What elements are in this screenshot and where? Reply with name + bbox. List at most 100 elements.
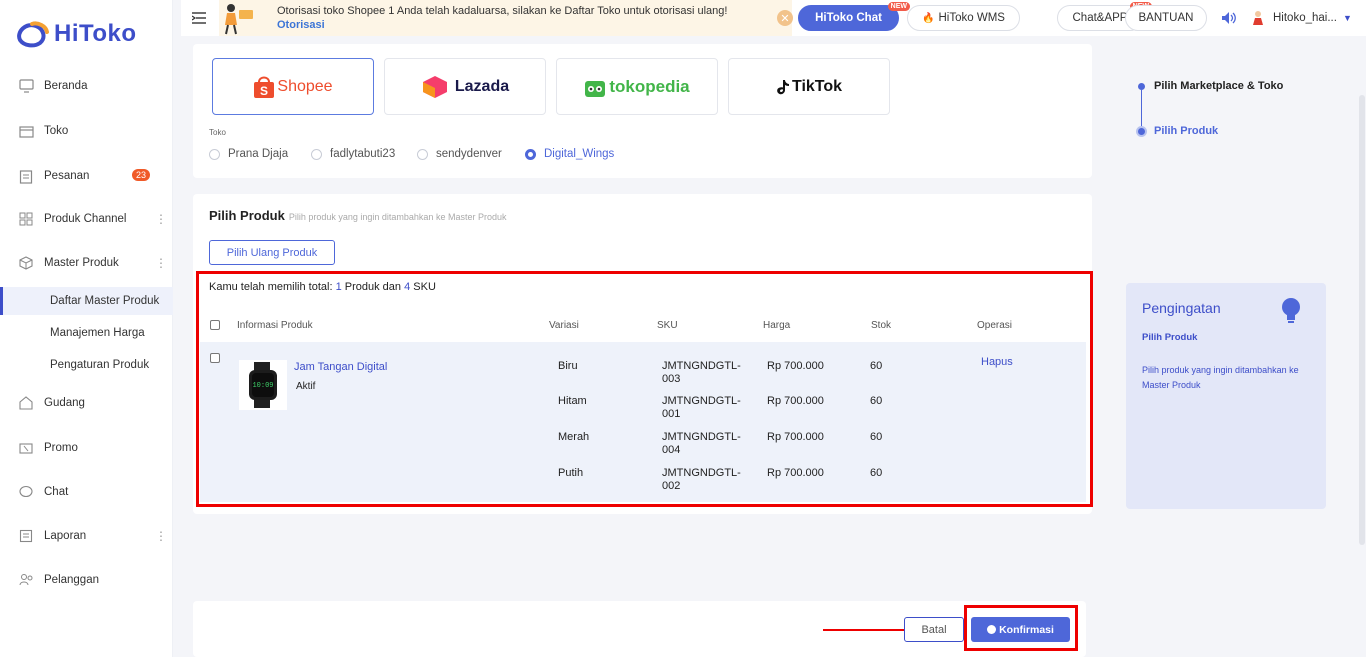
svg-text:S: S [260,84,268,98]
new-badge: NEW [887,2,910,11]
sidebar-item-label: Toko [44,125,69,137]
highlight-box-confirm [964,605,1078,651]
notice-authorize-link[interactable]: Otorisasi [277,18,727,32]
button-label: HiToko Chat [815,12,882,24]
sidebar-sub-item-pengaturan-produk[interactable]: Pengaturan Produk [0,351,173,379]
toko-radio-prana-djaja[interactable]: Prana Djaja [209,148,288,160]
button-label: HiToko WMS [938,12,1005,24]
report-icon [18,528,34,544]
clipboard-icon [18,168,34,184]
section-hint: Pilih produk yang ingin ditambahkan ke M… [288,212,507,222]
notice-illustration-icon [225,4,253,35]
lightbulb-icon [1280,297,1302,328]
sidebar-sub-item-daftar-master-produk[interactable]: Daftar Master Produk [0,287,173,315]
reminder-panel: Pengingatan Pilih Produk Pilih produk ya… [1126,283,1326,509]
more-vertical-icon: ⋮ [155,529,167,543]
monitor-icon [18,78,34,94]
shopee-logo-icon: S [254,76,275,98]
more-vertical-icon: ⋮ [155,212,167,226]
notice-text: Otorisasi toko Shopee 1 Anda telah kadal… [277,5,728,17]
sidebar-sub-item-label: Manajemen Harga [50,327,145,339]
sidebar-item-label: Beranda [44,80,88,92]
pilih-ulang-produk-button[interactable]: Pilih Ulang Produk [209,240,335,265]
sidebar-item-gudang[interactable]: Gudang [0,388,173,418]
scrollbar[interactable] [1359,95,1365,545]
lazada-logo-icon [422,75,447,98]
bantuan-button[interactable]: BANTUAN [1125,5,1207,31]
step-dot-active [1136,126,1147,137]
radio-circle [311,148,322,160]
sidebar-item-label: Chat [44,486,69,498]
menu-toggle-icon[interactable] [191,11,206,27]
section-title: Pilih Produk Pilih produk yang ingin dita… [209,208,506,223]
marketplace-lazada-button[interactable]: Lazada [384,58,546,115]
toko-radio-fadlytabuti23[interactable]: fadlytabuti23 [311,148,395,160]
hitoko-logo-icon [17,21,49,48]
hitoko-wms-button[interactable]: 🔥 HiToko WMS [907,5,1020,31]
batal-button[interactable]: Batal [904,617,964,642]
radio-circle [417,148,428,160]
store-icon [18,123,34,139]
marketplace-card: S Shopee Lazada tokopedia TikTok Toko Pr… [193,44,1092,178]
close-notice-icon[interactable]: ✕ [777,10,793,26]
sidebar-item-label: Gudang [44,397,85,409]
tiktok-logo-icon [777,79,789,94]
sidebar-sub-item-label: Pengaturan Produk [50,359,150,371]
tokopedia-logo-icon [585,80,606,97]
radio-label: sendydenver [436,148,502,160]
toko-radio-sendydenver[interactable]: sendydenver [417,148,502,160]
sidebar-item-chat[interactable]: Chat [0,477,173,507]
chevron-down-icon: ▼ [1342,13,1352,23]
marketplace-label: Shopee [277,77,333,95]
toko-radio-digital-wings[interactable]: Digital_Wings [525,148,614,160]
grid-icon [18,211,34,227]
marketplace-label: TikTok [791,77,843,95]
reminder-description: Pilih produk yang ingin ditambahkan ke M… [1142,365,1299,390]
pesanan-count-badge: 23 [132,169,151,181]
marketplace-label: Lazada [454,77,510,95]
sidebar-item-produk-channel[interactable]: Produk Channel ⋮ [0,204,173,234]
marketplace-label: tokopedia [609,76,690,96]
sidebar-item-promo[interactable]: Promo [0,433,173,463]
radio-label: fadlytabuti23 [330,148,396,160]
marketplace-tokopedia-button[interactable]: tokopedia [556,58,718,115]
sidebar-item-pesanan[interactable]: Pesanan 23 [0,161,173,191]
section-title-text: Pilih Produk [209,208,285,223]
radio-label: Prana Djaja [228,148,289,160]
reminder-title: Pengingatan [1142,300,1221,316]
marketplace-shopee-button[interactable]: S Shopee [212,58,374,115]
more-vertical-icon: ⋮ [155,256,167,270]
warehouse-icon [18,395,34,411]
chat-icon [18,484,34,500]
marketplace-tiktok-button[interactable]: TikTok [728,58,890,115]
speaker-icon[interactable] [1221,11,1237,28]
hitoko-chat-button[interactable]: HiToko Chat NEW [798,2,910,31]
authorization-notice: Otorisasi toko Shopee 1 Anda telah kadal… [219,0,793,36]
sidebar-item-laporan[interactable]: Laporan ⋮ [0,521,173,551]
reminder-subtitle: Pilih Produk [1142,332,1198,343]
sidebar-sub-item-label: Daftar Master Produk [50,295,160,307]
fire-icon: 🔥 [922,12,935,24]
sidebar-item-label: Promo [44,442,78,454]
sidebar-sub-item-manajemen-harga[interactable]: Manajemen Harga [0,319,173,347]
sidebar-item-label: Pesanan [44,170,90,182]
step-label: Pilih Marketplace & Toko [1154,80,1284,92]
top-bar: M Otorisasi toko Shopee 1 Anda telah kad… [181,0,1366,36]
user-menu[interactable]: Hitoko_hai... ▼ [1251,10,1352,26]
sidebar-item-master-produk[interactable]: Master Produk ⋮ [0,248,173,278]
sidebar-item-label: Pelanggan [44,574,99,586]
logo-text: HiToko [54,20,137,47]
sidebar-item-toko[interactable]: Toko [0,116,173,146]
sidebar-item-beranda[interactable]: Beranda [0,71,173,101]
radio-circle [209,148,220,160]
button-label: BANTUAN [1138,12,1194,24]
step-dot [1138,83,1145,90]
promo-icon [18,440,34,456]
toko-label: Toko [209,128,226,137]
radio-label: Digital_Wings [544,148,615,160]
sidebar: HiToko Beranda Toko Pesanan 23 Produk Ch… [0,0,173,657]
users-icon [18,572,34,588]
logo[interactable]: HiToko [14,20,137,48]
step-connector [1141,90,1142,128]
sidebar-item-pelanggan[interactable]: Pelanggan [0,565,173,595]
